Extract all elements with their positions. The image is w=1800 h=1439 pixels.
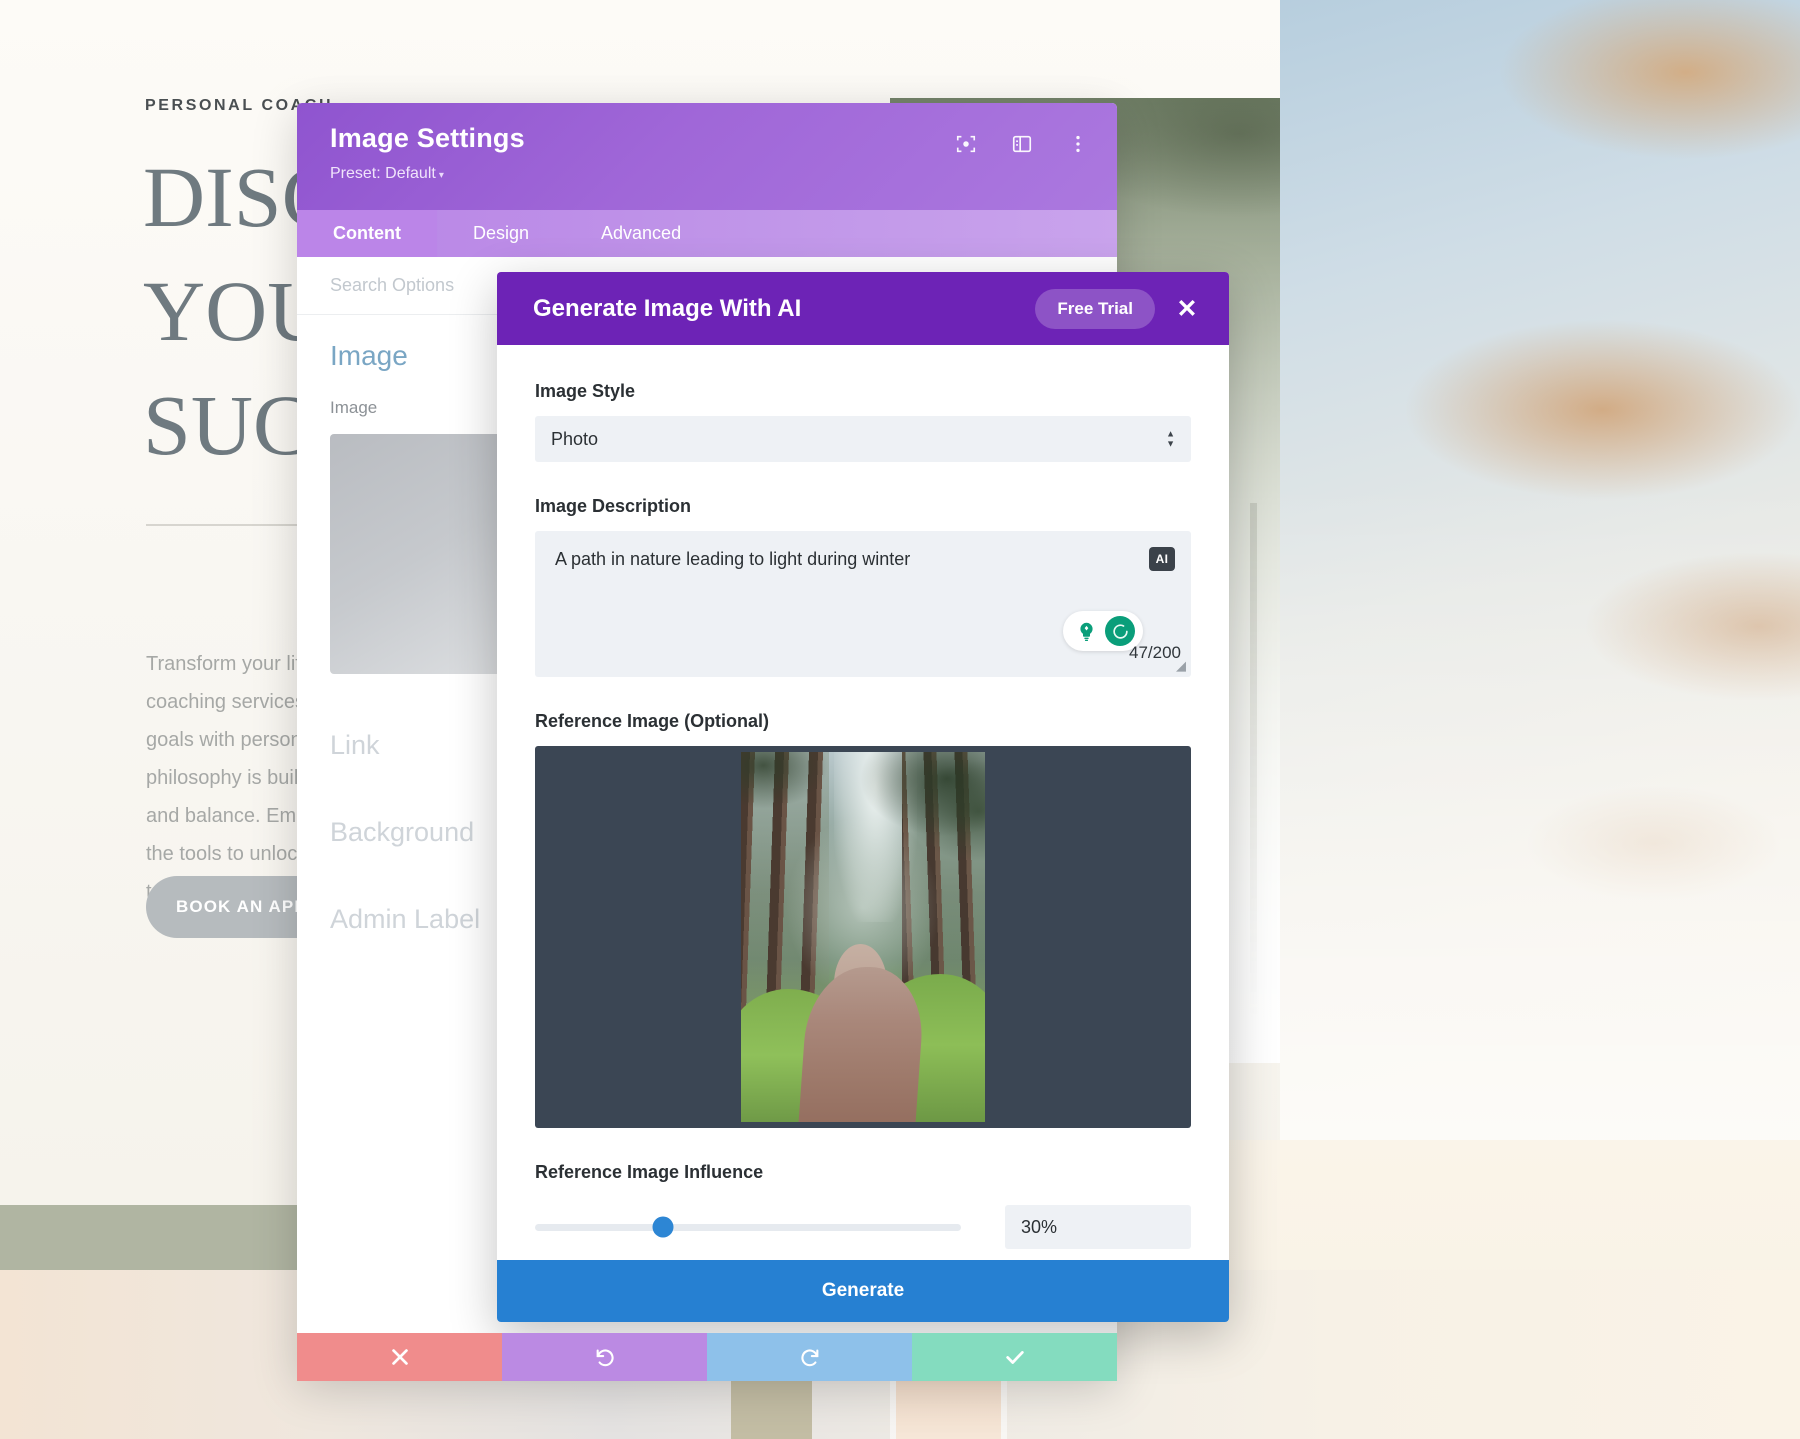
reference-influence-row: 30% [535, 1205, 1191, 1249]
tab-advanced[interactable]: Advanced [565, 210, 717, 257]
image-description-textarea[interactable]: A path in nature leading to light during… [535, 531, 1191, 677]
cancel-button[interactable] [297, 1333, 502, 1381]
image-description-label: Image Description [535, 496, 692, 516]
reference-influence-value[interactable]: 30% [1005, 1205, 1191, 1249]
reference-image-label: Reference Image (Optional) [535, 711, 770, 731]
character-counter: 47/200 [1129, 643, 1181, 662]
redo-icon [800, 1349, 818, 1367]
reference-influence-slider[interactable] [535, 1216, 961, 1238]
settings-tabs: Content Design Advanced [297, 210, 1117, 257]
more-vertical-icon[interactable] [1067, 133, 1089, 155]
ai-modal-header: Generate Image With AI Free Trial ✕ [497, 272, 1229, 345]
reference-image-thumbnail [741, 752, 985, 1122]
tab-content[interactable]: Content [297, 210, 437, 257]
preset-selector[interactable]: Preset: Default ▾ [330, 165, 1091, 183]
slider-thumb[interactable] [652, 1216, 674, 1238]
focus-target-icon[interactable] [955, 133, 977, 155]
redo-button[interactable] [707, 1333, 912, 1381]
image-style-select[interactable]: Photo ▲ ▼ [535, 416, 1191, 462]
close-icon [391, 1349, 408, 1365]
ai-badge-icon[interactable]: AI [1149, 547, 1175, 571]
pampas-grass-photo [1280, 0, 1800, 1205]
image-style-value: Photo [551, 428, 599, 449]
close-icon[interactable]: ✕ [1167, 289, 1207, 329]
select-spinner-icon: ▲ ▼ [1166, 428, 1175, 449]
ai-modal-title: Generate Image With AI [533, 294, 802, 322]
regenerate-spinner-icon[interactable] [1105, 616, 1135, 646]
image-style-label: Image Style [535, 381, 636, 401]
search-input[interactable]: Search Options [330, 275, 454, 296]
save-button[interactable] [912, 1333, 1117, 1381]
layout-panel-icon[interactable] [1011, 133, 1033, 155]
generate-button[interactable]: Generate [497, 1260, 1229, 1322]
free-trial-badge[interactable]: Free Trial [1035, 288, 1155, 329]
undo-button[interactable] [502, 1333, 707, 1381]
reference-influence-label: Reference Image Influence [535, 1162, 764, 1182]
idea-lightbulb-icon[interactable] [1071, 616, 1101, 646]
tab-design[interactable]: Design [437, 210, 565, 257]
check-icon [1005, 1351, 1024, 1364]
image-settings-header-icons [955, 133, 1089, 155]
preset-label: Preset: Default [330, 165, 436, 182]
generate-image-ai-modal: Generate Image With AI Free Trial ✕ Imag… [497, 272, 1229, 1322]
textarea-resize-handle[interactable]: ◢ [1176, 658, 1186, 674]
undo-icon [596, 1349, 614, 1367]
image-description-value: A path in nature leading to light during… [555, 549, 911, 569]
reference-image-frame[interactable] [535, 746, 1191, 1128]
modal-action-bar [297, 1333, 1117, 1381]
chevron-down-icon: ▾ [438, 170, 444, 181]
image-settings-header: Image Settings Preset: Default ▾ [297, 103, 1117, 210]
ai-modal-body: Image Style Photo ▲ ▼ Image Description A… [497, 345, 1229, 1260]
screen: PERSONAL COACH DISCOVER YOUR SUCCESS Tra… [0, 0, 1800, 1439]
